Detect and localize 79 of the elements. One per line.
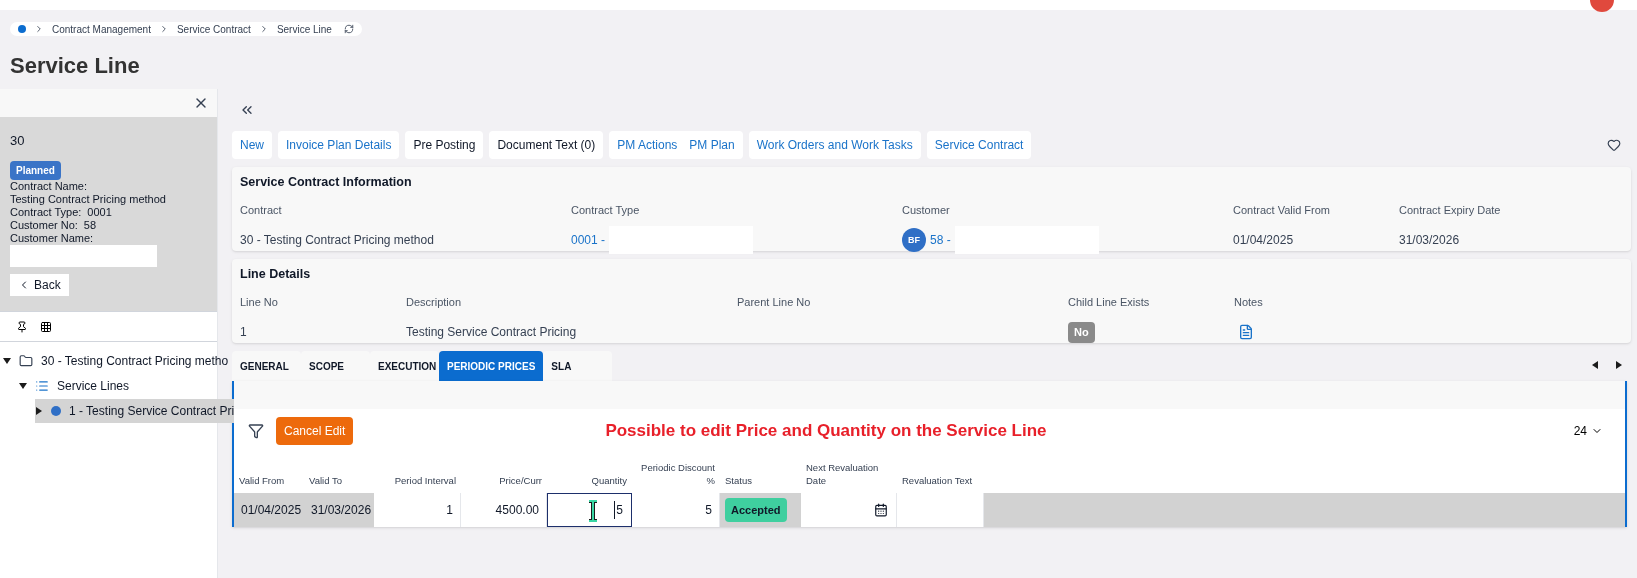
field-label: Contract Type (571, 202, 641, 218)
refresh-icon[interactable] (343, 24, 354, 34)
field-label: Parent Line No (737, 294, 812, 310)
favorite-icon[interactable] (1607, 138, 1621, 152)
scroll-left-icon[interactable] (1591, 361, 1599, 369)
pin-icon[interactable] (16, 320, 28, 333)
tab[interactable]: PERIODIC PRICES (439, 351, 544, 381)
expanded-caret-icon[interactable] (3, 357, 11, 365)
tab[interactable]: SLA (543, 351, 613, 381)
notes-icon[interactable] (1238, 324, 1254, 341)
card-title: Line Details (240, 266, 312, 283)
editable-cell[interactable] (897, 493, 984, 527)
summary-value: 0001 (87, 205, 112, 219)
status-badge: Planned (10, 160, 61, 180)
column-header: Period Interval (393, 474, 457, 487)
field-value: 01/04/2025 (1233, 232, 1294, 250)
field-label: Description (406, 294, 463, 310)
annotation-text: Possible to edit Price and Quantity on the Service Line (605, 420, 1047, 443)
no-badge: No (1068, 322, 1095, 343)
date-input[interactable] (801, 493, 897, 527)
field-label: Customer (902, 202, 951, 218)
summary-value: Testing Contract Pricing method (10, 192, 167, 206)
list-icon (35, 379, 49, 393)
scroll-right-icon[interactable] (1615, 361, 1623, 369)
action-button[interactable]: PM Plan (689, 136, 735, 154)
field-value: 1 (240, 324, 247, 342)
field-label: Contract Expiry Date (1399, 202, 1502, 218)
field-link[interactable]: 0001 - (571, 231, 606, 250)
calendar-icon[interactable] (874, 503, 888, 517)
column-header: Revaluation Text (901, 474, 974, 487)
field-label: Line No (240, 294, 279, 310)
card-title: Service Contract Information (240, 174, 413, 191)
expanded-caret-icon[interactable] (19, 382, 27, 390)
tree-item[interactable]: 1 - Testing Service Contract Pri (35, 399, 235, 423)
breadcrumb-link[interactable]: Service Line (276, 21, 332, 37)
filter-icon[interactable] (248, 423, 264, 439)
summary-label: Contract Name: (10, 179, 89, 193)
field-label: Contract (240, 202, 283, 218)
folder-icon (19, 354, 33, 368)
field-label: Notes (1234, 294, 1264, 310)
text-cursor-icon (588, 500, 598, 522)
column-header: Quantity (590, 474, 628, 487)
record-number: 30 (10, 132, 26, 150)
column-header: Status (724, 474, 753, 487)
page-title: Service Line (10, 52, 141, 80)
page-size-select[interactable]: 24 (1573, 422, 1603, 440)
status-badge: Accepted (725, 497, 787, 523)
field-link[interactable]: 58 - (930, 231, 951, 250)
column-header: Valid From (238, 474, 286, 487)
field-label: Child Line Exists (1068, 294, 1151, 310)
editable-cell[interactable]: 1 (374, 493, 461, 527)
action-button[interactable]: PM Actions (617, 136, 678, 154)
tab[interactable]: EXECUTION (370, 351, 439, 381)
column-header: Periodic Discount % (640, 461, 716, 487)
column-header: Valid To (308, 474, 343, 487)
summary-label: Customer Name: (10, 231, 95, 245)
collapsed-caret-icon[interactable] (35, 407, 43, 415)
breadcrumb-link[interactable]: Contract Management (52, 21, 151, 37)
field-value: Testing Service Contract Pricing (406, 324, 577, 342)
summary-label: Contract Type: (10, 205, 82, 219)
back-button[interactable]: Back (10, 273, 69, 296)
breadcrumb-link[interactable]: Service Contract (176, 21, 251, 37)
tab[interactable]: SCOPE (301, 351, 370, 381)
field-value: 31/03/2026 (1399, 232, 1460, 250)
summary-label: Customer No: (10, 218, 78, 232)
grid-icon[interactable] (40, 320, 52, 333)
column-header: Price/Curr (498, 474, 543, 487)
column-header: Next Revaluation Date (805, 461, 880, 487)
editable-cell[interactable]: 4500.00 (461, 493, 547, 527)
summary-value: 58 (83, 218, 97, 232)
tree-item[interactable]: 30 - Testing Contract Pricing metho (3, 349, 229, 373)
tab[interactable]: GENERAL (232, 351, 301, 381)
quantity-input[interactable]: 5 (547, 493, 632, 527)
field-label: Contract Valid From (1233, 202, 1331, 218)
customer-avatar: BF (902, 228, 926, 253)
editable-cell[interactable]: 5 (632, 493, 720, 527)
chevron-icon (34, 24, 44, 34)
field-value: 30 - Testing Contract Pricing method (240, 232, 434, 250)
tree-item[interactable]: Service Lines (19, 374, 130, 398)
